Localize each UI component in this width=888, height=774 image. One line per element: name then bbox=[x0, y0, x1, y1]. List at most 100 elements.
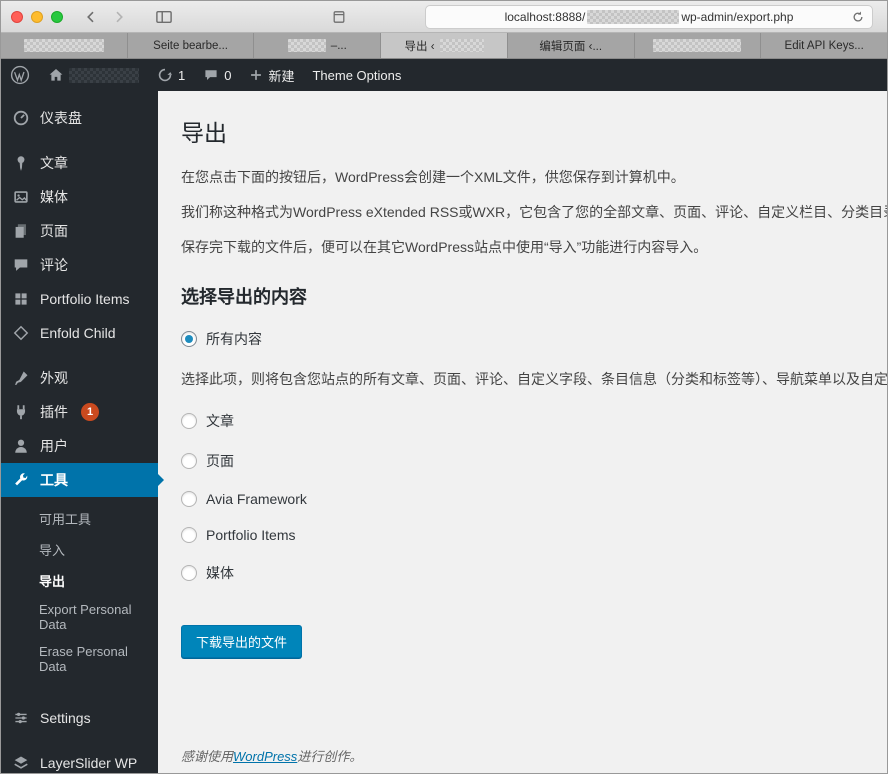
export-option-pages[interactable]: 页面 bbox=[181, 451, 887, 471]
sidebar-item-portfolio[interactable]: Portfolio Items bbox=[1, 282, 158, 316]
comment-icon bbox=[203, 67, 219, 83]
tab-6[interactable] bbox=[634, 33, 762, 58]
grid-icon bbox=[11, 289, 31, 309]
wordpress-link[interactable]: WordPress bbox=[233, 749, 297, 764]
tab-1[interactable] bbox=[1, 33, 128, 58]
submenu-item-export-personal-data[interactable]: Export Personal Data bbox=[1, 596, 158, 638]
url-suffix: wp-admin/export.php bbox=[681, 10, 794, 24]
export-option-media[interactable]: 媒体 bbox=[181, 563, 887, 583]
sidebar-item-pages[interactable]: 页面 bbox=[1, 214, 158, 248]
submenu-item-export[interactable]: 导出 bbox=[1, 565, 158, 596]
export-option-portfolio-items[interactable]: Portfolio Items bbox=[181, 527, 887, 543]
site-name-menu[interactable] bbox=[39, 59, 148, 91]
sidebar-item-label: 仪表盘 bbox=[40, 110, 82, 126]
tab-3[interactable]: –... bbox=[254, 33, 382, 58]
plus-icon bbox=[249, 68, 263, 82]
theme-options-menu[interactable]: Theme Options bbox=[303, 59, 410, 91]
sidebar-item-label: 外观 bbox=[40, 370, 68, 386]
tools-submenu: 可用工具 导入 导出 Export Personal Data Erase Pe… bbox=[1, 497, 158, 690]
url-redacted-segment bbox=[587, 10, 680, 24]
download-export-button[interactable]: 下载导出的文件 bbox=[181, 625, 303, 658]
export-option-posts[interactable]: 文章 bbox=[181, 411, 887, 431]
footer-text-prefix: 感谢使用 bbox=[181, 749, 234, 764]
sidebar-item-comments[interactable]: 评论 bbox=[1, 248, 158, 282]
option-label: Avia Framework bbox=[206, 491, 307, 507]
plug-icon bbox=[11, 402, 31, 422]
sidebar-item-label: 页面 bbox=[40, 223, 68, 239]
sidebar-item-users[interactable]: 用户 bbox=[1, 429, 158, 463]
tab-label: –... bbox=[330, 39, 347, 52]
zoom-window-button[interactable] bbox=[51, 10, 63, 23]
menu-separator bbox=[1, 350, 158, 361]
sidebar-item-appearance[interactable]: 外观 bbox=[1, 361, 158, 395]
tab-7[interactable]: Edit API Keys... bbox=[761, 33, 887, 58]
sidebar-item-label: 工具 bbox=[40, 472, 68, 488]
radio-media[interactable] bbox=[181, 565, 197, 581]
comments-menu[interactable]: 0 bbox=[194, 59, 240, 91]
sidebar-item-label: 文章 bbox=[40, 155, 68, 171]
tab-title-redacted bbox=[287, 39, 326, 52]
sidebar-item-plugins[interactable]: 插件 1 bbox=[1, 395, 158, 429]
radio-avia-framework[interactable] bbox=[181, 491, 197, 507]
export-option-all-content[interactable]: 所有内容 bbox=[181, 329, 887, 349]
sidebar-toggle-icon[interactable] bbox=[155, 9, 173, 25]
sidebar-item-enfold-child[interactable]: Enfold Child bbox=[1, 316, 158, 350]
radio-all-content[interactable] bbox=[181, 331, 197, 347]
tab-5[interactable]: 编辑页面 ‹... bbox=[507, 33, 635, 58]
sliders-icon bbox=[11, 708, 31, 728]
minimize-window-button[interactable] bbox=[31, 10, 43, 23]
update-icon bbox=[157, 67, 173, 83]
reload-icon[interactable] bbox=[851, 10, 865, 27]
wrench-icon bbox=[11, 470, 31, 490]
wp-logo-menu[interactable] bbox=[1, 59, 39, 91]
sidebar-item-label: Settings bbox=[40, 710, 91, 726]
intro-paragraph-3: 保存完下载的文件后，便可以在其它WordPress站点中使用“导入”功能进行内容… bbox=[181, 239, 708, 255]
sidebar-item-tools[interactable]: 工具 bbox=[1, 463, 164, 497]
export-option-avia-framework[interactable]: Avia Framework bbox=[181, 491, 887, 507]
radio-portfolio-items[interactable] bbox=[181, 527, 197, 543]
all-content-description: 选择此项，则将包含您站点的所有文章、页面、评论、自定义字段、条目信息（分类和标签… bbox=[181, 371, 887, 387]
sidebar-item-label: 评论 bbox=[40, 257, 68, 273]
menu-separator bbox=[1, 690, 158, 701]
sidebar-item-label: 媒体 bbox=[40, 189, 68, 205]
submenu-item-available-tools[interactable]: 可用工具 bbox=[1, 503, 158, 534]
window-controls bbox=[1, 10, 77, 23]
browser-window: localhost:8888/ wp-admin/export.php Seit… bbox=[0, 0, 888, 774]
sidebar-item-dashboard[interactable]: 仪表盘 bbox=[1, 101, 158, 135]
wp-footer: 感谢使用WordPress进行创作。 bbox=[181, 746, 362, 765]
back-button[interactable] bbox=[83, 9, 99, 25]
tab-bar: Seite bearbe... –... 导出 ‹ 编辑页面 ‹... Edit… bbox=[1, 33, 887, 59]
option-label: 媒体 bbox=[206, 565, 234, 581]
url-prefix: localhost:8888/ bbox=[504, 10, 586, 24]
new-content-menu[interactable]: 新建 bbox=[240, 59, 303, 91]
tab-title-redacted bbox=[653, 39, 742, 52]
tab-2[interactable]: Seite bearbe... bbox=[127, 33, 255, 58]
sidebar-item-media[interactable]: 媒体 bbox=[1, 180, 158, 214]
layers-icon bbox=[11, 753, 31, 773]
updates-menu[interactable]: 1 bbox=[148, 59, 194, 91]
radio-pages[interactable] bbox=[181, 453, 197, 469]
address-bar[interactable]: localhost:8888/ wp-admin/export.php bbox=[425, 5, 873, 29]
submenu-item-import[interactable]: 导入 bbox=[1, 534, 158, 565]
radio-posts[interactable] bbox=[181, 413, 197, 429]
sidebar-item-label: 插件 bbox=[40, 404, 68, 420]
forward-button[interactable] bbox=[111, 9, 127, 25]
tab-label: 导出 ‹ bbox=[404, 40, 435, 53]
submenu-item-erase-personal-data[interactable]: Erase Personal Data bbox=[1, 638, 158, 680]
tab-label: Edit API Keys... bbox=[784, 39, 864, 52]
sidebar-item-layerslider[interactable]: LayerSlider WP bbox=[1, 746, 158, 773]
section-title: 选择导出的内容 bbox=[181, 287, 307, 307]
close-window-button[interactable] bbox=[11, 10, 23, 23]
theme-options-label: Theme Options bbox=[312, 67, 402, 83]
sidebar-item-settings[interactable]: Settings bbox=[1, 701, 158, 735]
page-preview-icon[interactable] bbox=[331, 9, 347, 30]
user-icon bbox=[11, 436, 31, 456]
admin-menu: 仪表盘 文章 媒体 页面 评论 Portfolio Items Enfold C… bbox=[1, 91, 164, 773]
menu-separator bbox=[1, 135, 158, 146]
sidebar-item-posts[interactable]: 文章 bbox=[1, 146, 158, 180]
option-label: 文章 bbox=[206, 413, 234, 429]
intro-paragraph-1: 在您点击下面的按钮后，WordPress会创建一个XML文件，供您保存到计算机中… bbox=[181, 169, 685, 185]
tab-label: 编辑页面 ‹... bbox=[539, 40, 603, 53]
tab-export-active[interactable]: 导出 ‹ bbox=[381, 33, 508, 58]
option-label: 所有内容 bbox=[206, 331, 262, 347]
